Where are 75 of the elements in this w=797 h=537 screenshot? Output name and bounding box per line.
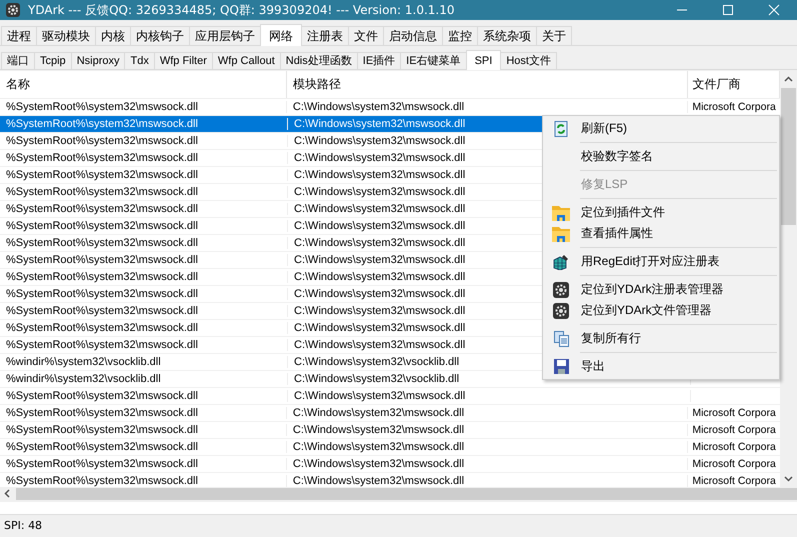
table-cell: %SystemRoot%\system32\mswsock.dll: [0, 254, 288, 266]
table-cell: %SystemRoot%\system32\mswsock.dll: [0, 339, 288, 351]
table-cell: %SystemRoot%\system32\mswsock.dll: [0, 101, 287, 113]
table-cell: %SystemRoot%\system32\mswsock.dll: [0, 458, 287, 470]
table-cell: %SystemRoot%\system32\mswsock.dll: [0, 186, 288, 198]
table-cell: C:\Windows\system32\mswsock.dll: [286, 424, 688, 436]
refresh-icon: [554, 120, 568, 136]
table-cell: C:\Windows\system32\mswsock.dll: [286, 458, 688, 470]
table-cell: %SystemRoot%\system32\mswsock.dll: [0, 237, 288, 249]
table-cell: %SystemRoot%\system32\mswsock.dll: [0, 220, 288, 232]
tab[interactable]: 系统杂项: [477, 26, 537, 45]
registry-icon: [553, 254, 569, 270]
table-row[interactable]: %SystemRoot%\system32\mswsock.dll C:\Windows\system32\mswsock.dll Microsoft Corpora: [0, 422, 780, 439]
tab[interactable]: Tcpip: [34, 52, 72, 69]
tab[interactable]: 监控: [442, 26, 478, 45]
table-cell: C:\Windows\system32\mswsock.dll: [288, 390, 691, 402]
table-cell: %windir%\system32\vsocklib.dll: [0, 356, 288, 368]
table-cell: %SystemRoot%\system32\mswsock.dll: [0, 152, 288, 164]
table-cell: %windir%\system32\vsocklib.dll: [0, 373, 288, 385]
table-cell: C:\Windows\system32\mswsock.dll: [286, 101, 688, 113]
table-cell: %SystemRoot%\system32\mswsock.dll: [0, 203, 288, 215]
scroll-thumb[interactable]: [781, 88, 796, 225]
tab[interactable]: 启动信息: [383, 26, 443, 45]
table-cell-text: Microsoft Corpora: [691, 407, 777, 419]
tab[interactable]: Nsiproxy: [70, 52, 126, 69]
table-cell: %SystemRoot%\system32\mswsock.dll: [0, 305, 288, 317]
status-text: SPI: 48: [3, 518, 44, 534]
gear-icon: [553, 282, 569, 298]
table-cell-text: Microsoft Corpora: [691, 441, 777, 453]
vertical-scrollbar[interactable]: [780, 71, 797, 487]
tab[interactable]: 内核钩子: [130, 26, 190, 45]
tab[interactable]: Host文件: [500, 52, 557, 69]
table-cell: %SystemRoot%\system32\mswsock.dll: [0, 441, 287, 453]
gear-icon: [6, 3, 20, 17]
table-cell: C:\Windows\system32\mswsock.dll: [286, 441, 688, 453]
tab[interactable]: 文件: [348, 26, 384, 45]
table-cell-text: Microsoft Corpora: [691, 424, 777, 436]
table-cell: %SystemRoot%\system32\mswsock.dll: [0, 118, 288, 130]
tab[interactable]: 网络: [260, 24, 302, 46]
table-cell: %SystemRoot%\system32\mswsock.dll: [0, 390, 288, 402]
tab[interactable]: 端口: [1, 52, 35, 69]
scroll-up-icon[interactable]: [784, 76, 793, 82]
tab[interactable]: 进程: [1, 26, 37, 45]
table-cell: %SystemRoot%\system32\mswsock.dll: [0, 135, 288, 147]
table-row[interactable]: %SystemRoot%\system32\mswsock.dll C:\Windows\system32\mswsock.dll Microsoft Corpora: [0, 405, 780, 422]
column-header[interactable]: 名称: [0, 71, 287, 98]
table-row[interactable]: %SystemRoot%\system32\mswsock.dll C:\Windows\system32\mswsock.dll Microsoft Corpora: [0, 439, 780, 456]
table-cell-text: Microsoft Corpora: [691, 458, 777, 470]
table-cell: %SystemRoot%\system32\mswsock.dll: [0, 322, 288, 334]
table-cell: %SystemRoot%\system32\mswsock.dll: [0, 407, 287, 419]
save-icon: [554, 359, 568, 374]
tab[interactable]: 注册表: [301, 26, 349, 45]
table-cell: C:\Windows\system32\mswsock.dll: [286, 407, 688, 419]
tab[interactable]: Wfp Filter: [154, 52, 213, 69]
copy-icon: [554, 330, 568, 346]
scroll-left-icon[interactable]: [4, 489, 10, 498]
table-cell: %SystemRoot%\system32\mswsock.dll: [0, 424, 287, 436]
table-cell: %SystemRoot%\system32\mswsock.dll: [0, 271, 288, 283]
tab[interactable]: 内核: [95, 26, 131, 45]
table-row[interactable]: %SystemRoot%\system32\mswsock.dll C:\Windows\system32\mswsock.dll Microsoft Corpora: [0, 456, 780, 473]
folder-icon: [552, 226, 570, 242]
tab[interactable]: 关于: [536, 26, 572, 45]
table-row[interactable]: %SystemRoot%\system32\mswsock.dll C:\Windows\system32\mswsock.dll: [0, 388, 780, 405]
table-cell-text: Microsoft Corpora: [691, 101, 777, 113]
tab[interactable]: Wfp Callout: [212, 52, 281, 69]
tab[interactable]: 驱动模块: [36, 26, 96, 45]
gear-icon: [553, 302, 569, 318]
column-header[interactable]: 模块路径: [286, 71, 688, 98]
folder-icon: [552, 204, 570, 220]
scroll-down-icon[interactable]: [784, 476, 793, 482]
table-cell: %SystemRoot%\system32\mswsock.dll: [0, 288, 288, 300]
table-cell: %SystemRoot%\system32\mswsock.dll: [0, 169, 288, 181]
tab[interactable]: SPI: [466, 50, 502, 70]
table-cell-text: Microsoft Corpora: [691, 475, 777, 487]
window-title: YDArk --- 反馈QQ: 3269334485; QQ群: 399309204! --- Version: 1.0.1.10: [28, 2, 455, 18]
